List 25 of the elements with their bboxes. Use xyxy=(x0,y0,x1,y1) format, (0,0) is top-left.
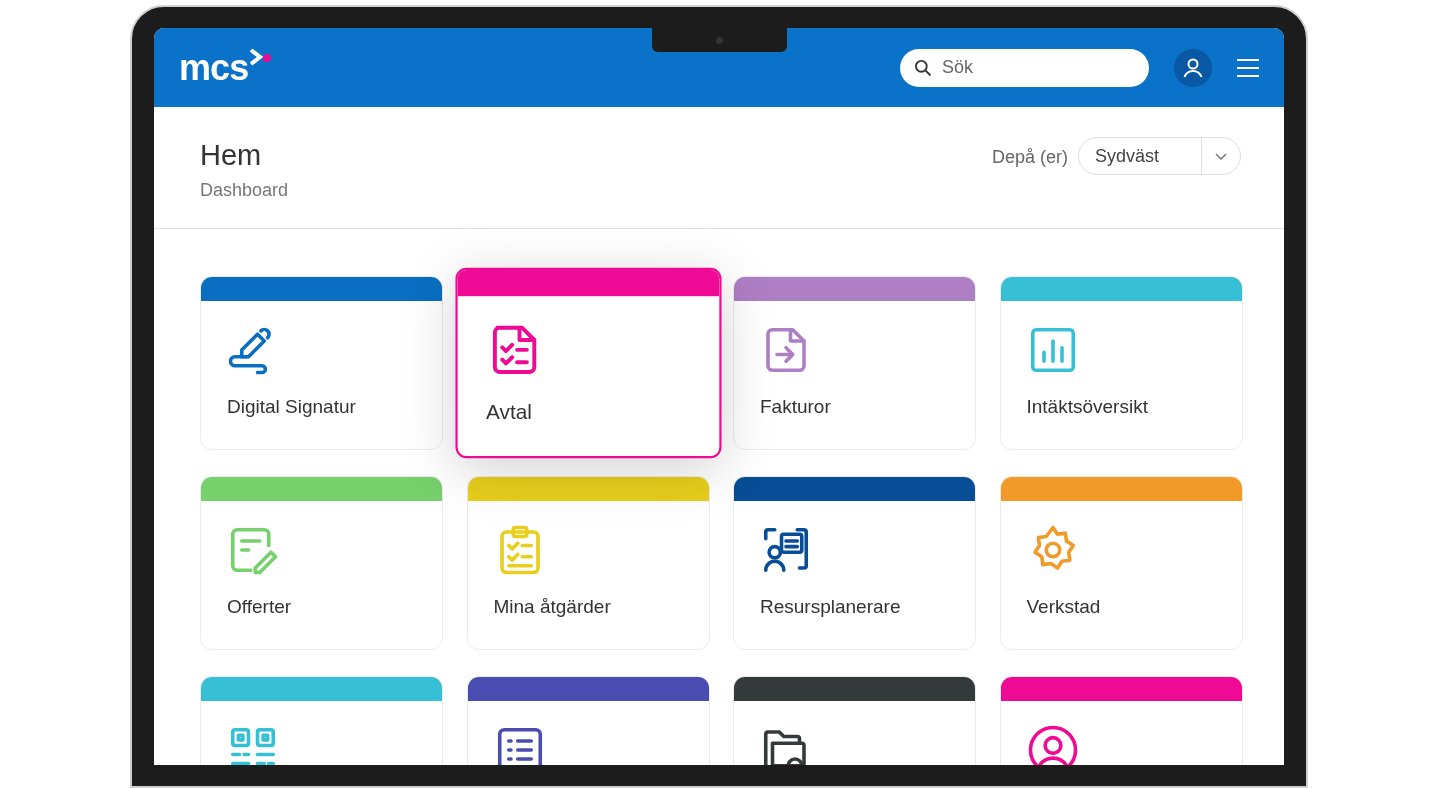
dashboard-tile[interactable]: Offerter xyxy=(200,476,443,650)
dashboard-tile[interactable]: Fakturor xyxy=(733,276,976,450)
tile-label: Mina åtgärder xyxy=(492,595,612,619)
depot-value: Sydväst xyxy=(1094,144,1161,168)
page-subtitle: Dashboard xyxy=(200,179,289,203)
logo[interactable]: mcs xyxy=(179,49,249,86)
tile-label: Avtal xyxy=(484,399,533,426)
search-icon xyxy=(913,57,933,78)
tile-label: Fakturor xyxy=(759,395,832,419)
user-avatar[interactable] xyxy=(1174,48,1212,87)
menu-icon[interactable] xyxy=(1236,57,1260,78)
page-title: Hem xyxy=(200,138,263,173)
tile-label: Digital Signatur xyxy=(226,395,357,419)
dashboard-tile[interactable]: Digital Signatur xyxy=(200,276,443,450)
dashboard-tile[interactable]: Mina åtgärder xyxy=(466,476,710,650)
dashboard-tile[interactable]: Verkstad xyxy=(999,476,1243,650)
dashboard-tile[interactable]: Resursplanerare xyxy=(733,476,976,650)
depot-label: Depå (er) xyxy=(991,146,1068,169)
search-field[interactable]: Sök xyxy=(900,48,1149,87)
dashboard-tile[interactable]: Avtal xyxy=(454,267,722,459)
tile-label: Offerter xyxy=(226,595,293,619)
tile-label: Intäktsöversikt xyxy=(1025,395,1149,419)
dashboard-tile[interactable]: Intäktsöversikt xyxy=(999,276,1243,450)
tile-label: Verkstad xyxy=(1025,595,1102,619)
tile-label: Resursplanerare xyxy=(759,595,902,619)
